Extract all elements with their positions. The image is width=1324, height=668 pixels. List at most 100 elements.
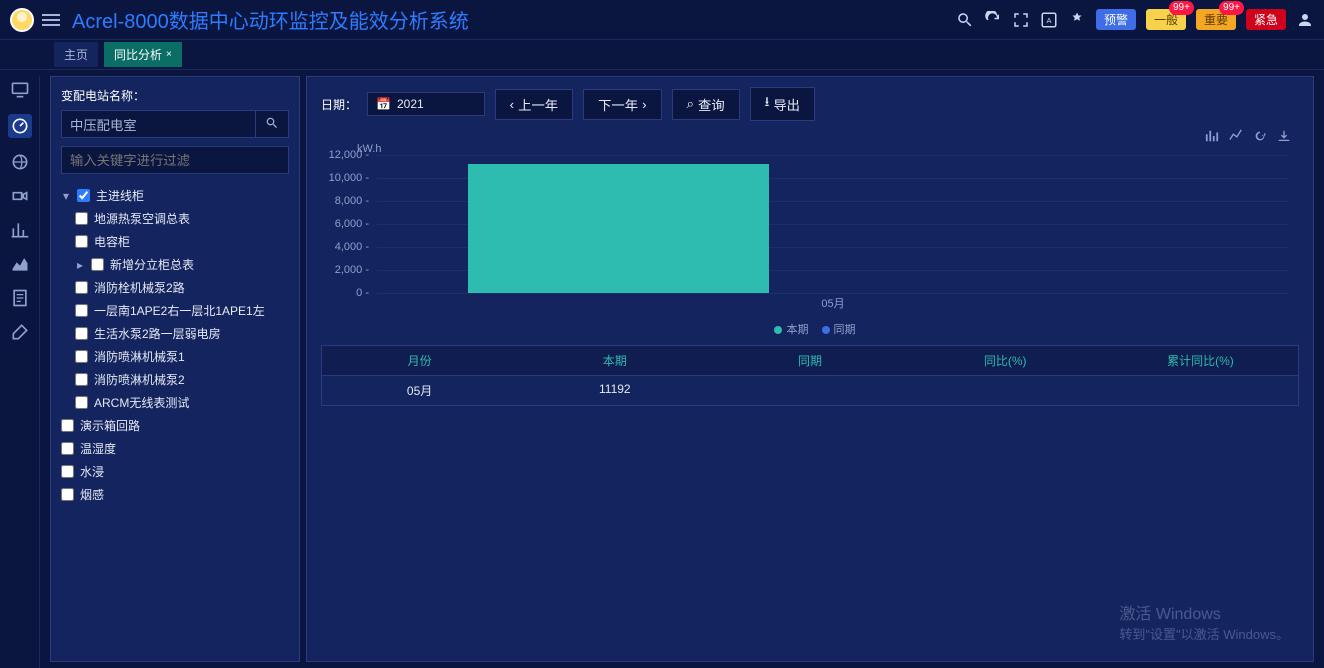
close-icon[interactable]: × [166,49,172,60]
nav-report-icon[interactable] [10,288,30,308]
refresh-icon[interactable] [984,11,1002,29]
windows-watermark: 激活 Windows 转到"设置"以激活 Windows。 [1119,600,1289,643]
theme-icon[interactable] [1068,11,1086,29]
tab-home[interactable]: 主页 [54,42,98,67]
station-input[interactable] [61,110,256,138]
topbar-right: A 预警 一般99+ 重要99+ 紧急 [956,9,1314,30]
user-icon[interactable] [1296,11,1314,29]
query-button[interactable]: ⌕查询 [672,89,740,120]
tree-check[interactable] [75,373,88,386]
badge-99b: 99+ [1219,1,1244,15]
tree-check[interactable] [75,396,88,409]
search-icon: ⌕ [687,96,694,112]
alert-important[interactable]: 重要99+ [1196,9,1236,30]
nav-monitor-icon[interactable] [10,80,30,100]
alert-pre[interactable]: 预警 [1096,9,1136,30]
cell-month: 05月 [322,376,517,405]
tree-check[interactable] [75,327,88,340]
badge-99: 99+ [1169,1,1194,15]
tree-item: 电容柜 [94,233,130,250]
caret-icon[interactable]: ▸ [75,258,85,272]
device-tree: ▾主进线柜 地源热泵空调总表 电容柜 ▸新增分立柜总表 消防栓机械泵2路 一层南… [61,184,289,506]
save-image-icon[interactable] [1277,129,1291,143]
tree-item: 新增分立柜总表 [110,256,194,273]
reset-icon[interactable] [1253,129,1267,143]
line-view-icon[interactable] [1229,129,1243,143]
tree-check[interactable] [75,350,88,363]
tree-check[interactable] [61,465,74,478]
search-icon[interactable] [956,11,974,29]
station-label: 变配电站名称： [61,87,289,104]
chart-toolbar [321,129,1299,147]
svg-text:A: A [1046,16,1051,25]
tree-item: 温湿度 [80,440,116,457]
y-axis: 0 -2,000 -4,000 -6,000 -8,000 -10,000 -1… [321,155,373,293]
cell-cumyoy [1103,376,1298,405]
tree-check[interactable] [75,235,88,248]
tree-check[interactable] [61,419,74,432]
btn-label: 查询 [698,95,725,114]
legend-dot-current [774,326,782,334]
watermark-line1: 激活 Windows [1119,600,1289,624]
legend-dot-prev [822,326,830,334]
btn-label: 上一年 [518,95,558,114]
cell-yoy [908,376,1103,405]
nav-gauge-icon[interactable] [8,114,32,138]
nav-camera-icon[interactable] [10,186,30,206]
tree-item: 生活水泵2路一层弱电房 [94,325,221,342]
tree-check[interactable] [75,281,88,294]
nav-tools-icon[interactable] [10,322,30,342]
topbar: Acrel-8000数据中心动环监控及能效分析系统 A 预警 一般99+ 重要9… [0,0,1324,40]
tree-check[interactable] [75,304,88,317]
alert-important-label: 重要 [1204,13,1228,27]
year-value: 2021 [397,97,424,111]
bar-view-icon[interactable] [1205,129,1219,143]
tree-filter-input[interactable] [61,146,289,174]
watermark-line2: 转到"设置"以激活 Windows。 [1119,624,1289,643]
tree-check[interactable] [77,189,90,202]
caret-icon[interactable]: ▾ [61,189,71,203]
btn-label: 下一年 [598,95,638,114]
tree-check[interactable] [91,258,104,271]
prev-year-button[interactable]: ‹上一年 [495,89,573,120]
tree-item: ARCM无线表测试 [94,394,189,411]
tree-item: 消防喷淋机械泵1 [94,348,185,365]
tree-root: 主进线柜 [96,187,144,204]
tree-item: 水浸 [80,463,104,480]
nav-area-icon[interactable] [10,254,30,274]
tree-check[interactable] [75,212,88,225]
tree-check[interactable] [61,442,74,455]
left-nav [0,76,40,668]
col-cumyoy: 累计同比(%) [1103,346,1298,375]
tree-item: 消防喷淋机械泵2 [94,371,185,388]
calendar-icon: 📅 [376,97,391,111]
avatar[interactable] [10,8,34,32]
station-search-button[interactable] [256,110,289,138]
fullscreen-icon[interactable] [1012,11,1030,29]
alert-urgent[interactable]: 紧急 [1246,9,1286,30]
data-table: 月份 本期 同期 同比(%) 累计同比(%) 05月 11192 [321,345,1299,406]
nav-chart-icon[interactable] [10,220,30,240]
export-button[interactable]: ⭳导出 [750,87,815,121]
table-header: 月份 本期 同期 同比(%) 累计同比(%) [322,346,1298,376]
chart-legend: 本期 同期 [321,317,1299,345]
tabbar: 主页 同比分析 × [0,40,1324,70]
alert-general-label: 一般 [1154,13,1178,27]
chart-bar [468,164,769,293]
x-axis-label: 05月 [377,295,1289,311]
menu-toggle[interactable] [42,14,60,26]
tree-item: 消防栓机械泵2路 [94,279,185,296]
legend-current: 本期 [786,324,808,336]
nav-globe-icon[interactable] [10,152,30,172]
table-row: 05月 11192 [322,376,1298,405]
next-year-button[interactable]: 下一年› [583,89,661,120]
query-bar: 日期： 📅 2021 ‹上一年 下一年› ⌕查询 ⭳导出 [321,87,1299,121]
tab-yoy-analysis[interactable]: 同比分析 × [104,42,182,67]
legend-prev: 同期 [834,324,856,336]
cell-current: 11192 [517,376,712,405]
tree-check[interactable] [61,488,74,501]
year-picker[interactable]: 📅 2021 [367,92,485,116]
language-icon[interactable]: A [1040,11,1058,29]
alert-general[interactable]: 一般99+ [1146,9,1186,30]
tree-item: 演示箱回路 [80,417,140,434]
